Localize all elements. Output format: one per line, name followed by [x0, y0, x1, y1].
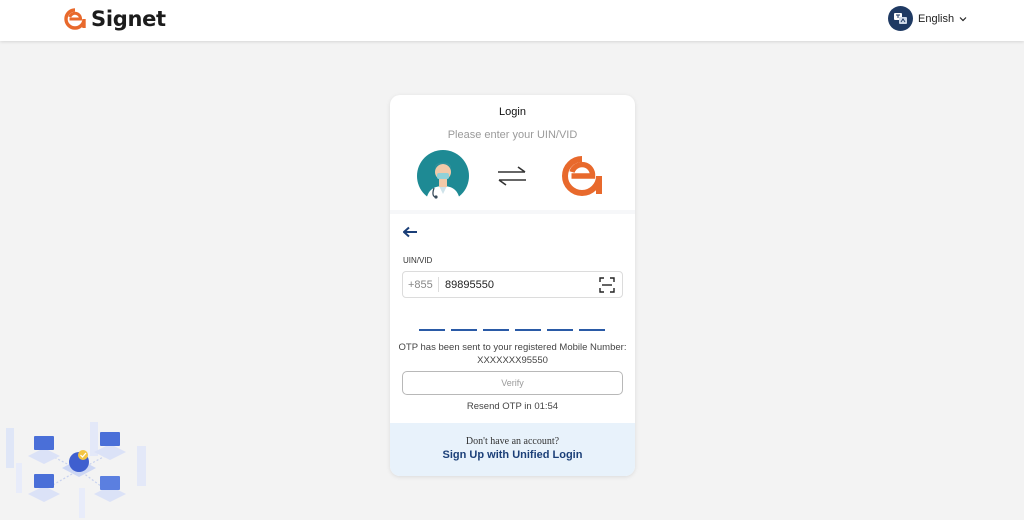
otp-input-group: [419, 328, 605, 331]
uin-field-label: UIN/VID: [403, 256, 433, 265]
otp-digit-input[interactable]: [451, 328, 477, 331]
signet-logo-icon: [64, 8, 86, 30]
login-card-header: Login Please enter your UIN/VID: [390, 95, 635, 214]
language-label: English: [918, 12, 955, 25]
otp-digit-input[interactable]: [547, 328, 573, 331]
back-arrow-icon[interactable]: [403, 226, 418, 238]
otp-sent-message: OTP has been sent to your registered Mob…: [398, 341, 627, 367]
otp-digit-input[interactable]: [515, 328, 541, 331]
resend-otp-timer: Resend OTP in 01:54: [466, 401, 559, 412]
swap-arrows-icon: [498, 166, 526, 186]
login-subtitle: Please enter your UIN/VID: [447, 129, 578, 141]
network-illustration: [6, 422, 146, 518]
otp-message-text: OTP has been sent to your registered Mob…: [398, 342, 627, 353]
login-title: Login: [499, 106, 526, 118]
otp-digit-input[interactable]: [419, 328, 445, 331]
doctor-avatar-icon: [417, 150, 469, 202]
language-globe-icon: [888, 6, 913, 31]
chevron-down-icon: [959, 16, 967, 22]
signup-link[interactable]: Sign Up with Unified Login: [390, 449, 635, 461]
top-navigation-bar: Signet English: [0, 0, 1024, 41]
field-divider: [438, 277, 439, 292]
verify-button[interactable]: Verify: [402, 371, 623, 395]
country-code: +855: [408, 278, 433, 291]
login-card: Login Please enter your UIN/VID UIN/VID …: [390, 95, 635, 476]
brand-logo[interactable]: Signet: [63, 6, 166, 32]
uin-field: +855: [402, 271, 623, 298]
scan-icon[interactable]: [599, 277, 615, 293]
otp-digit-input[interactable]: [579, 328, 605, 331]
signup-footer: Don't have an account? Sign Up with Unif…: [390, 423, 635, 476]
language-selector[interactable]: English: [888, 6, 967, 31]
signet-logo-icon: [562, 156, 602, 196]
otp-digit-input[interactable]: [483, 328, 509, 331]
uin-input[interactable]: [445, 278, 585, 291]
signup-question: Don't have an account?: [465, 436, 560, 447]
brand-name: Signet: [91, 7, 166, 31]
masked-mobile-number: XXXXXXX95550: [477, 355, 548, 366]
